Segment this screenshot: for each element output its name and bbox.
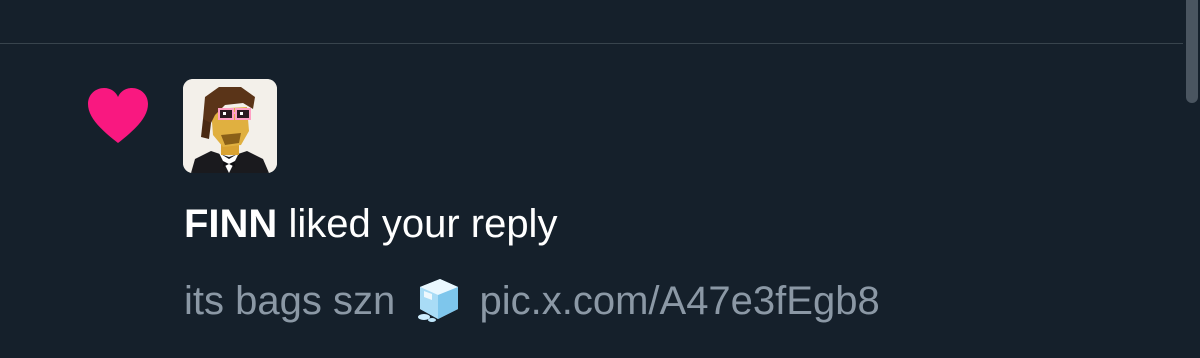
preview-text: its bags szn [184,279,396,323]
scrollbar-thumb[interactable] [1186,0,1198,103]
heart-icon [88,88,148,143]
avatar-image [183,79,277,173]
scrollbar[interactable] [1183,0,1200,358]
reply-preview[interactable]: its bags szn pic.x.com/A47e3fEgb8 [184,273,880,327]
notification-title: FINN liked your reply [184,198,557,250]
user-name[interactable]: FINN [184,202,277,246]
action-text: liked your reply [277,202,558,246]
preview-link[interactable]: pic.x.com/A47e3fEgb8 [479,279,879,323]
ice-cube-icon [418,279,459,322]
avatar[interactable] [183,79,277,173]
like-notification[interactable]: FINN liked your reply its bags szn pic.x… [0,0,1183,323]
